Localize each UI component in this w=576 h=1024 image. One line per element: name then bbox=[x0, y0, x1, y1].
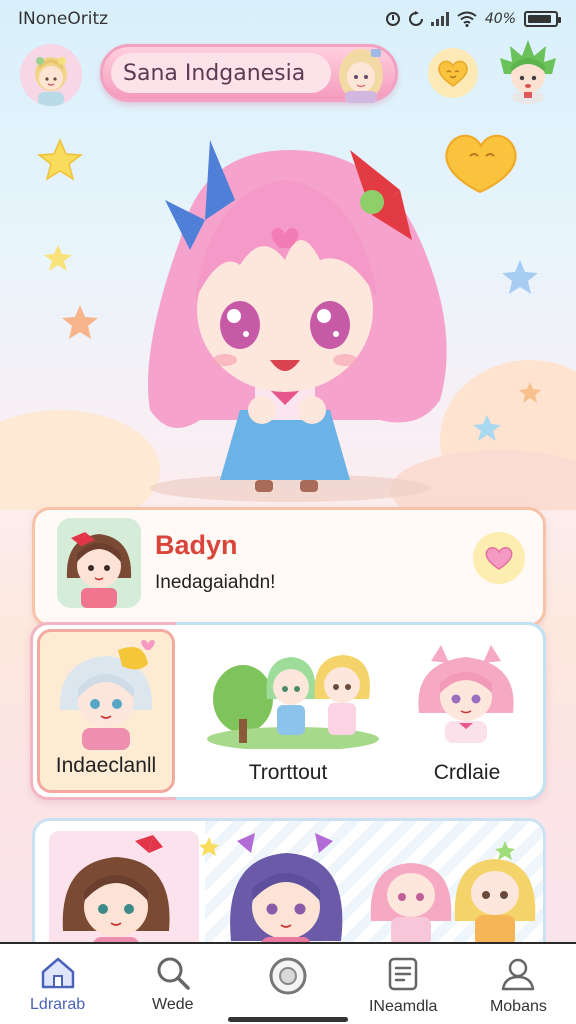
tab-profile[interactable]: Mobans bbox=[461, 944, 576, 1024]
gallery-card[interactable] bbox=[32, 818, 546, 958]
alarm-icon bbox=[385, 12, 400, 26]
hero-character-image bbox=[0, 134, 576, 530]
pink-hair-girl-icon bbox=[418, 645, 514, 743]
tab-home[interactable]: Ldrarab bbox=[0, 944, 115, 1024]
category-card: Indaeclanll Trorttout Crdlaie bbox=[30, 622, 546, 800]
hero-illustration bbox=[0, 110, 576, 530]
category-label-1: Indaeclanll bbox=[55, 754, 157, 777]
page-title: Sana Indganesia bbox=[123, 60, 306, 86]
silver-hair-girl-icon bbox=[59, 640, 155, 750]
tab-label-profile: Mobans bbox=[489, 998, 547, 1015]
battery-fill bbox=[528, 15, 552, 23]
tab-label-home: Ldrarab bbox=[30, 996, 86, 1013]
blonde-girl-avatar-icon bbox=[20, 44, 82, 106]
category-label-2: Trorttout bbox=[248, 761, 328, 784]
tab-center[interactable] bbox=[230, 944, 345, 1024]
tab-label-search: Wede bbox=[152, 996, 194, 1013]
banner-girl-icon bbox=[339, 49, 383, 103]
profile-card[interactable]: Badyn Inedagaiahdn! bbox=[32, 507, 546, 627]
battery-icon bbox=[524, 11, 561, 27]
profile-avatar bbox=[57, 518, 141, 608]
wifi-icon bbox=[457, 11, 477, 27]
green-hair-avatar-icon bbox=[500, 40, 556, 104]
user-avatar-button[interactable] bbox=[20, 44, 82, 106]
category-item-2[interactable]: Trorttout bbox=[193, 625, 383, 797]
tab-search[interactable]: Wede bbox=[115, 944, 230, 1024]
brown-hair-girl-icon bbox=[57, 518, 141, 608]
category-item-1[interactable]: Indaeclanll bbox=[37, 629, 175, 793]
status-icons: 40% bbox=[385, 11, 561, 27]
two-girls-garden-icon bbox=[207, 655, 379, 749]
tab-documents[interactable]: INeamdla bbox=[346, 944, 461, 1024]
profile-name: Badyn bbox=[155, 530, 238, 560]
bottom-tab-bar: Ldrarab Wede INeamdla Mobans bbox=[0, 942, 576, 1024]
signal-icon bbox=[430, 12, 449, 26]
profile-icon bbox=[502, 958, 535, 991]
search-icon bbox=[157, 957, 190, 990]
home-indicator[interactable] bbox=[228, 1017, 348, 1022]
title-banner[interactable]: Sana Indganesia bbox=[100, 44, 398, 103]
status-time: INoneOritz bbox=[18, 9, 109, 29]
category-label-3: Crdlaie bbox=[433, 761, 501, 784]
document-icon bbox=[388, 957, 418, 991]
friend-avatar-button[interactable] bbox=[496, 38, 560, 104]
category-item-3[interactable]: Crdlaie bbox=[389, 625, 545, 797]
tab-label-documents: INeamdla bbox=[368, 998, 438, 1015]
battery-percent: 40% bbox=[484, 11, 516, 27]
gallery-characters-image bbox=[62, 833, 536, 955]
heart-badge-button[interactable] bbox=[428, 48, 478, 98]
rotate-icon bbox=[408, 11, 423, 26]
pink-heart-icon bbox=[485, 547, 513, 570]
favorite-button[interactable] bbox=[473, 532, 525, 584]
yellow-heart-icon bbox=[438, 60, 468, 87]
status-bar: INoneOritz 40% bbox=[0, 0, 576, 32]
profile-subtitle: Inedagaiahdn! bbox=[155, 572, 276, 593]
home-icon bbox=[41, 957, 74, 989]
circle-button-icon bbox=[269, 957, 307, 995]
